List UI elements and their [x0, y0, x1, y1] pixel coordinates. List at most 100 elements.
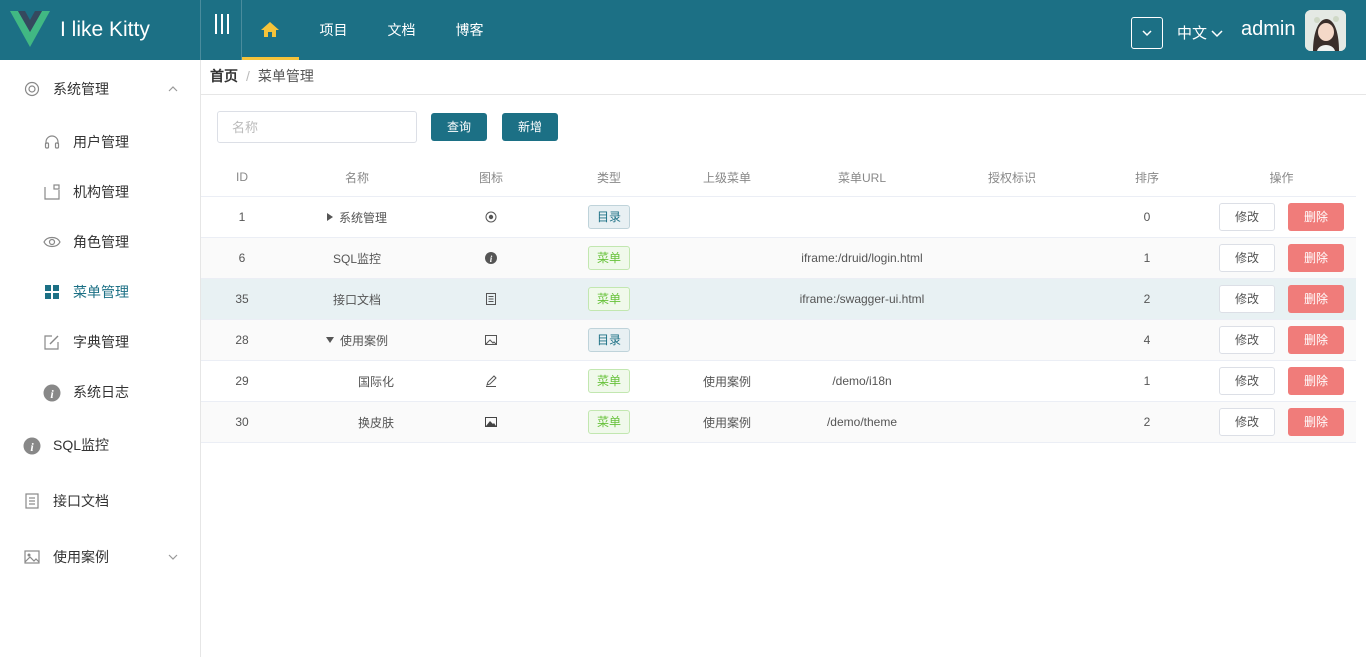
table-row[interactable]: 1 系统管理 目录 0 修改 删除	[201, 197, 1356, 238]
cell-type: 目录	[551, 197, 667, 237]
edit-button[interactable]: 修改	[1219, 285, 1275, 313]
cell-parent	[667, 320, 787, 360]
nav-projects[interactable]: 项目	[305, 0, 362, 60]
sidebar-item-organization[interactable]: 机构管理	[0, 167, 200, 217]
info-icon: i	[485, 252, 497, 264]
nav-blog[interactable]: 博客	[441, 0, 498, 60]
cell-type: 菜单	[551, 402, 667, 442]
avatar-image	[1305, 10, 1346, 51]
column-header-id[interactable]: ID	[201, 158, 283, 196]
app-logo[interactable]: I like Kitty	[0, 0, 200, 60]
theme-select-button[interactable]	[1131, 17, 1163, 49]
username[interactable]: admin	[1241, 18, 1295, 41]
type-tag: 菜单	[587, 246, 630, 270]
delete-button[interactable]: 删除	[1288, 408, 1344, 436]
table-row[interactable]: 30 换皮肤 菜单 使用案例 /demo/theme 2 修改 删除	[201, 402, 1356, 443]
sidebar: 系统管理 用户管理 机构管理 角色管理 菜单管理 字典管理 i 系统日志 i S…	[0, 60, 201, 657]
cell-icon	[431, 402, 551, 442]
cell-name: 换皮肤	[357, 415, 394, 430]
language-select[interactable]: 中文	[1177, 22, 1223, 43]
type-tag: 菜单	[587, 287, 630, 311]
organization-icon	[44, 184, 60, 200]
cell-order: 2	[1143, 415, 1151, 429]
column-header-actions: 操作	[1269, 170, 1294, 185]
cell-id: 30	[235, 415, 249, 429]
edit-button[interactable]: 修改	[1219, 244, 1275, 272]
table-row[interactable]: 6 SQL监控 i 菜单 iframe:/druid/login.html 1 …	[201, 238, 1356, 279]
delete-button[interactable]: 删除	[1288, 326, 1344, 354]
sidebar-item-label: 角色管理	[73, 234, 129, 250]
cell-url: /demo/theme	[826, 415, 898, 429]
table-row[interactable]: 28 使用案例 目录 4 修改 删除	[201, 320, 1356, 361]
picture-icon	[24, 550, 40, 564]
cell-url: iframe:/swagger-ui.html	[799, 292, 925, 306]
sidebar-item-system[interactable]: 系统管理	[0, 64, 200, 114]
column-header-order[interactable]: 排序	[1087, 158, 1207, 196]
query-button[interactable]: 查询	[431, 113, 487, 141]
edit-button[interactable]: 修改	[1219, 326, 1275, 354]
cell-name: 国际化	[357, 374, 394, 389]
cell-name: 接口文档	[332, 292, 381, 307]
gear-icon	[24, 81, 40, 97]
column-header-icon[interactable]: 图标	[431, 158, 551, 196]
edit-button[interactable]: 修改	[1219, 408, 1275, 436]
table-header: ID 名称 图标 类型 上级菜单 菜单URL 授权标识 排序 操作	[201, 158, 1356, 197]
edit-button[interactable]: 修改	[1219, 367, 1275, 395]
cell-url	[787, 197, 937, 237]
edit-outline-icon	[486, 375, 497, 387]
document-icon	[486, 293, 496, 305]
sidebar-item-sql-monitor[interactable]: i SQL监控	[0, 420, 200, 470]
collapse-arrow-icon[interactable]	[325, 337, 334, 343]
cell-type: 菜单	[551, 279, 667, 319]
sidebar-item-dictionary[interactable]: 字典管理	[0, 317, 200, 367]
sidebar-item-roles[interactable]: 角色管理	[0, 217, 200, 267]
add-button[interactable]: 新增	[502, 113, 558, 141]
search-input[interactable]	[217, 111, 417, 143]
nav-home[interactable]	[242, 0, 299, 60]
edit-button[interactable]: 修改	[1219, 203, 1275, 231]
delete-button[interactable]: 删除	[1288, 285, 1344, 313]
breadcrumb-current: 菜单管理	[257, 68, 314, 84]
cell-order: 1	[1143, 251, 1151, 265]
cell-parent	[667, 279, 787, 319]
delete-button[interactable]: 删除	[1288, 203, 1344, 231]
sidebar-item-menus[interactable]: 菜单管理	[0, 267, 200, 317]
breadcrumb-home[interactable]: 首页	[210, 68, 238, 84]
table-row[interactable]: 35 接口文档 菜单 iframe:/swagger-ui.html 2 修改 …	[201, 279, 1356, 320]
sidebar-item-api-docs[interactable]: 接口文档	[0, 476, 200, 526]
cell-url	[787, 320, 937, 360]
column-header-url[interactable]: 菜单URL	[787, 158, 937, 196]
sidebar-item-label: 系统日志	[73, 384, 129, 400]
sidebar-item-logs[interactable]: i 系统日志	[0, 367, 200, 417]
document-icon	[25, 493, 39, 509]
type-tag: 目录	[587, 205, 630, 229]
avatar[interactable]	[1305, 10, 1346, 51]
nav-docs[interactable]: 文档	[373, 0, 430, 60]
column-header-type[interactable]: 类型	[551, 158, 667, 196]
collapse-icon	[215, 14, 229, 34]
table-row[interactable]: 29 国际化 菜单 使用案例 /demo/i18n 1 修改 删除	[201, 361, 1356, 402]
cell-type: 菜单	[551, 361, 667, 401]
column-header-parent[interactable]: 上级菜单	[667, 158, 787, 196]
picture-icon	[485, 417, 497, 427]
column-header-name[interactable]: 名称	[283, 158, 431, 196]
sidebar-item-users[interactable]: 用户管理	[0, 117, 200, 167]
info-icon: i	[23, 437, 41, 455]
delete-button[interactable]: 删除	[1288, 244, 1344, 272]
type-tag: 菜单	[587, 369, 630, 393]
cell-type: 菜单	[551, 238, 667, 278]
sidebar-item-label: 机构管理	[73, 184, 129, 200]
cell-name-text: 使用案例	[339, 333, 388, 348]
delete-button[interactable]: 删除	[1288, 367, 1344, 395]
cell-perms	[937, 197, 1087, 237]
cell-id: 35	[235, 292, 249, 306]
cell-id: 6	[238, 251, 246, 265]
cell-order: 2	[1143, 292, 1151, 306]
headset-icon	[44, 135, 60, 149]
cell-type: 目录	[551, 320, 667, 360]
sidebar-item-examples[interactable]: 使用案例	[0, 532, 200, 582]
menu-collapse-button[interactable]	[200, 0, 242, 60]
expand-arrow-icon[interactable]	[326, 213, 333, 221]
column-header-perms[interactable]: 授权标识	[937, 158, 1087, 196]
sidebar-item-label: 系统管理	[53, 81, 109, 97]
